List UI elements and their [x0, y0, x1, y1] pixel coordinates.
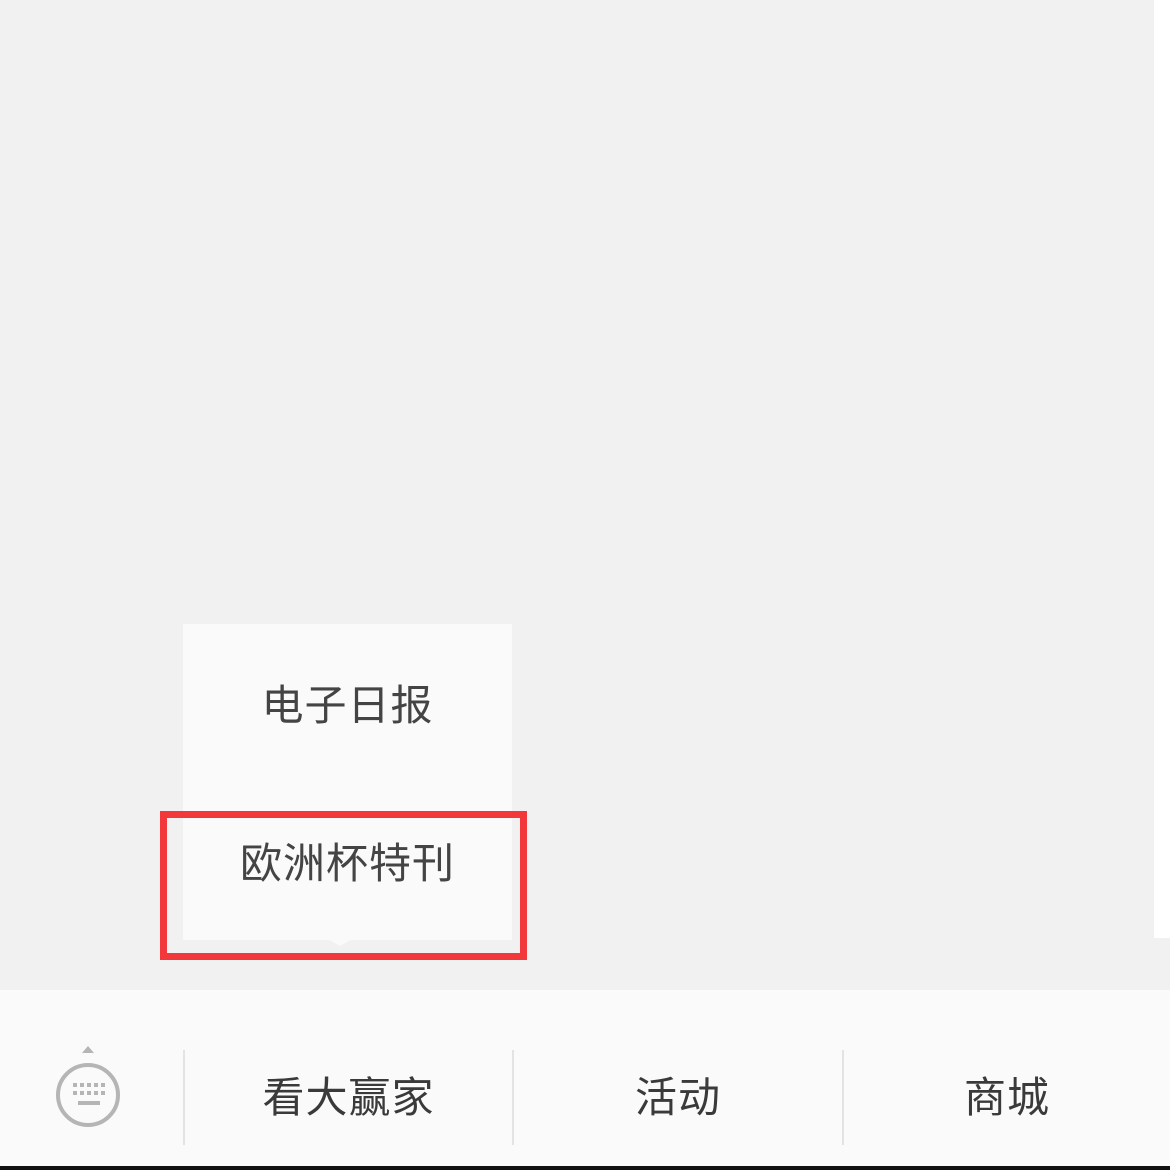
bottom-border [0, 1166, 1170, 1170]
menu-item-euro-cup-special[interactable]: 欧洲杯特刊 [183, 834, 512, 894]
screen: 电子日报 欧洲杯特刊 看大赢家 活动 商城 [0, 0, 1170, 1170]
tab-activities[interactable]: 活动 [514, 1048, 842, 1148]
tab-winner[interactable]: 看大赢家 [185, 1048, 512, 1148]
menu-item-e-daily[interactable]: 电子日报 [183, 676, 512, 736]
keyboard-icon [56, 1046, 120, 1127]
keyboard-toggle-button[interactable] [40, 1040, 136, 1140]
popup-menu: 电子日报 欧洲杯特刊 [183, 624, 512, 940]
tab-mall[interactable]: 商城 [844, 1048, 1170, 1148]
edge-strip [1154, 0, 1170, 938]
popup-pointer [326, 938, 354, 946]
